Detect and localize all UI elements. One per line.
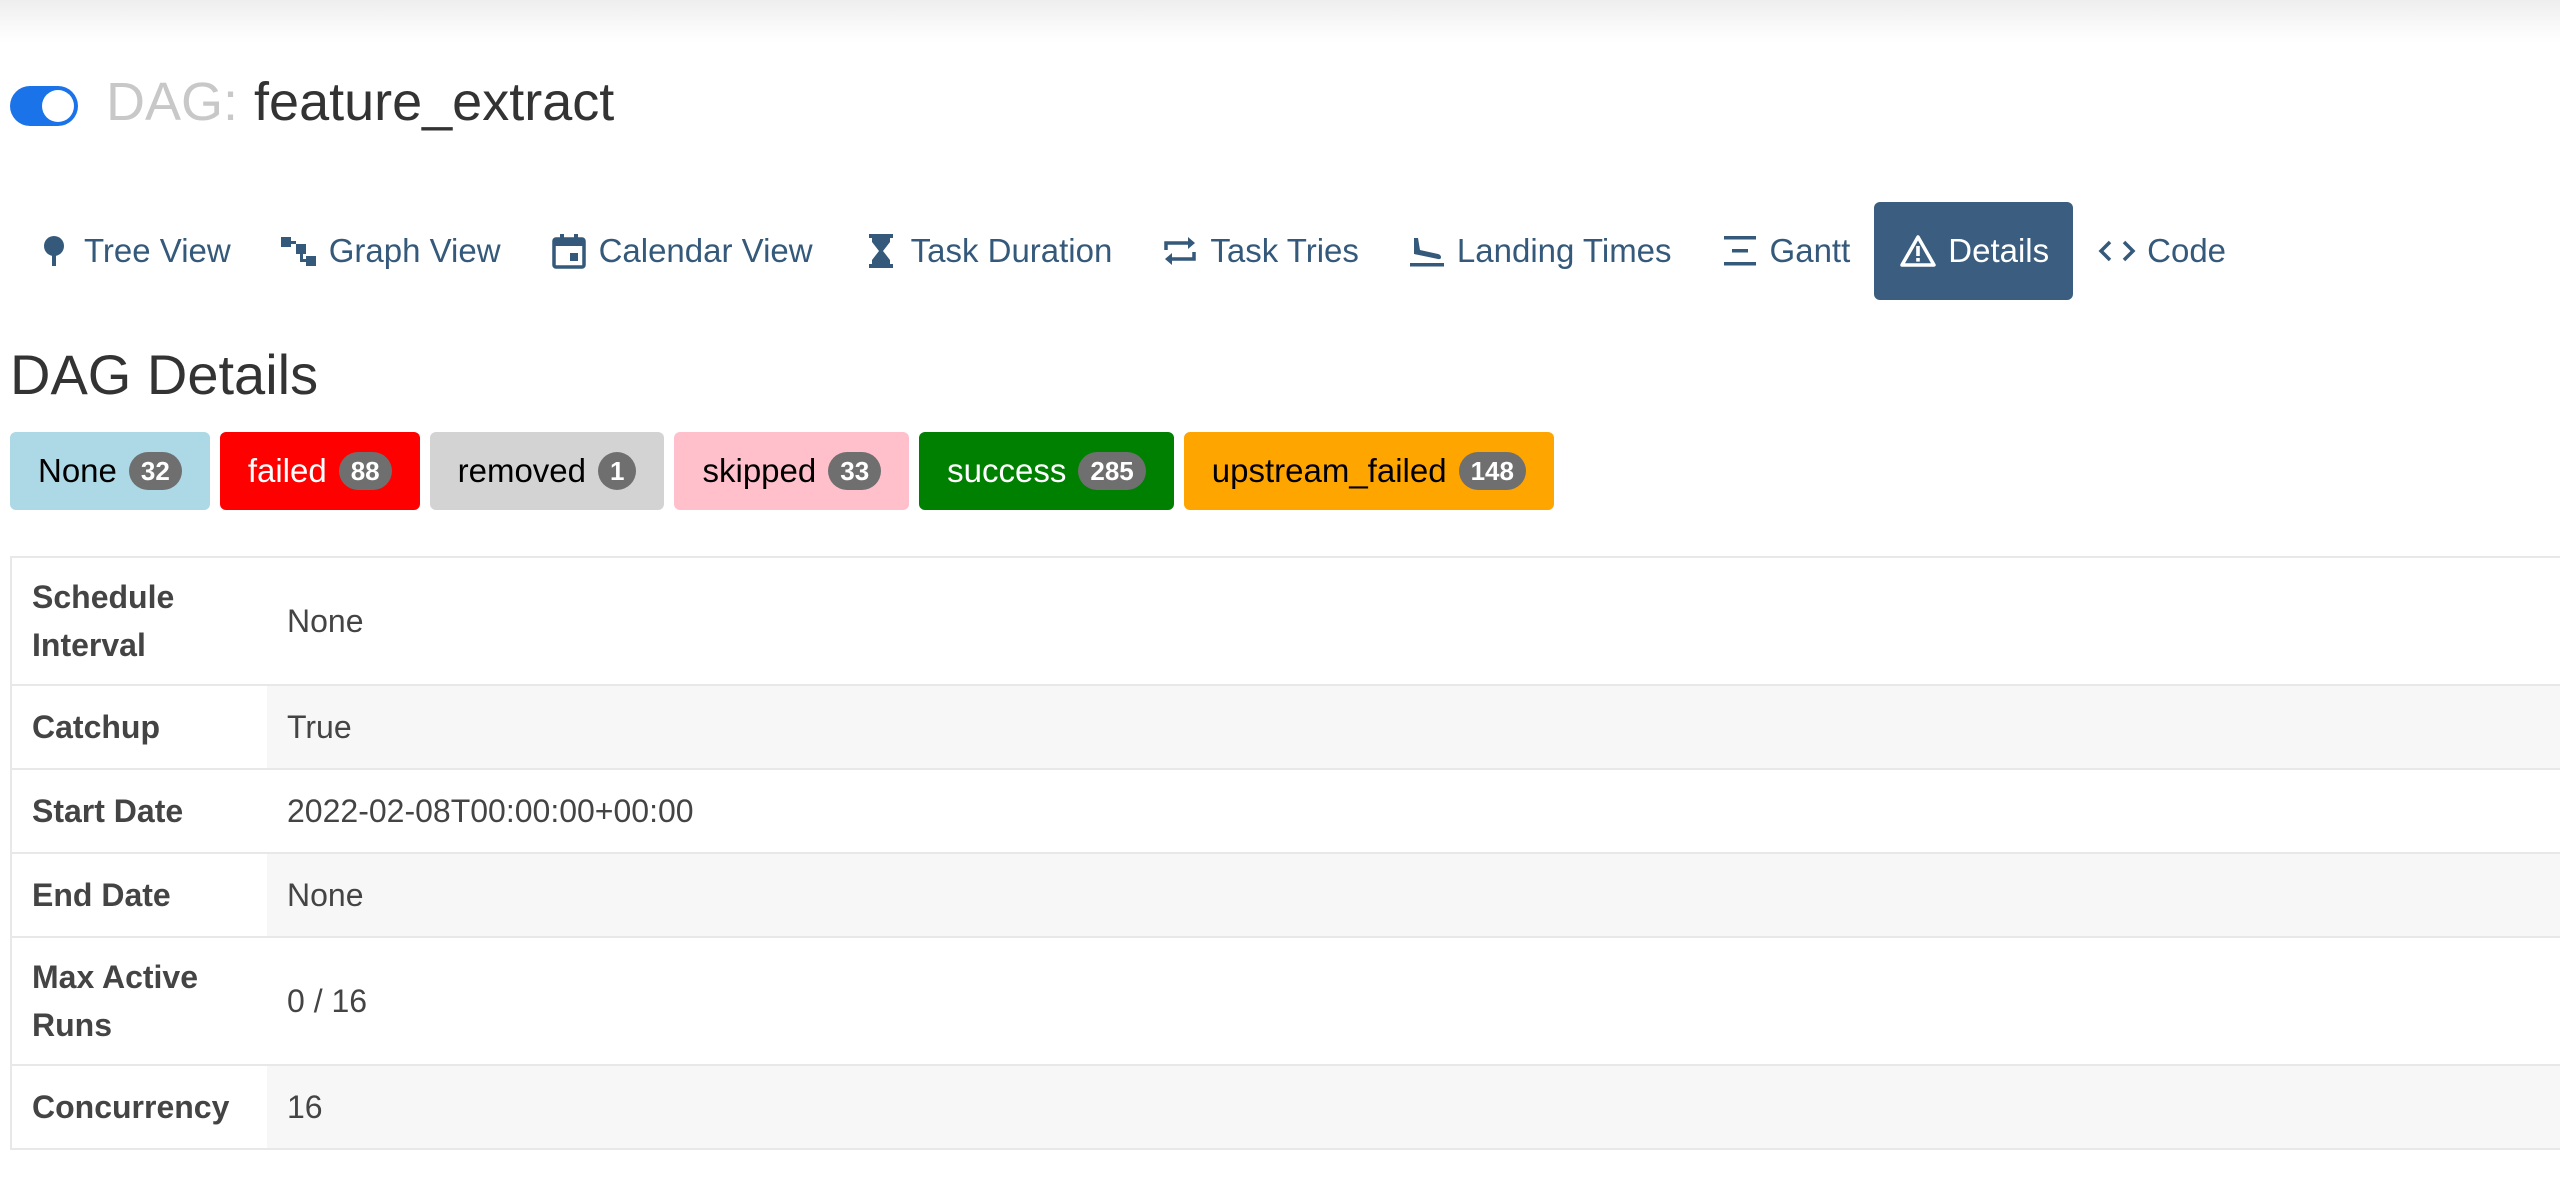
tab-label: Calendar View: [598, 232, 813, 269]
table-row: Start Date 2022-02-08T00:00:00+00:00: [11, 769, 2560, 854]
state-label: success: [947, 452, 1067, 489]
dag-pause-toggle[interactable]: [10, 86, 78, 126]
tab-label: Tree View: [84, 232, 231, 269]
tab-gantt[interactable]: Gantt: [1696, 202, 1875, 300]
detail-key: Schedule Interval: [11, 557, 267, 686]
calendar-icon: [549, 231, 589, 271]
dag-label-prefix: DAG:: [106, 72, 239, 132]
tab-code[interactable]: Code: [2073, 202, 2250, 300]
state-label: removed: [457, 452, 587, 489]
repeat-icon: [1160, 231, 1200, 271]
tab-label: Code: [2147, 232, 2227, 269]
state-badge-removed[interactable]: removed 1: [429, 432, 665, 510]
detail-value: 0 / 16: [267, 937, 2560, 1066]
detail-key: Max Active Runs: [11, 937, 267, 1066]
tree-icon: [34, 231, 74, 271]
state-label: upstream_failed: [1211, 452, 1447, 489]
tab-label: Gantt: [1769, 232, 1851, 269]
task-state-summary: None 32 failed 88 removed 1 skipped 33 s…: [10, 432, 1554, 510]
code-icon: [2097, 231, 2137, 271]
tab-details[interactable]: Details: [1874, 202, 2074, 300]
state-label: failed: [247, 452, 327, 489]
detail-value: 2022-02-08T00:00:00+00:00: [267, 769, 2560, 854]
state-label: None: [38, 452, 117, 489]
warning-icon: [1898, 231, 1938, 271]
gantt-icon: [1720, 231, 1760, 271]
state-count: 88: [338, 452, 392, 490]
table-row: Schedule Interval None: [11, 557, 2560, 686]
detail-value: True: [267, 685, 2560, 770]
tab-label: Graph View: [328, 232, 501, 269]
top-navbar: [0, 0, 2560, 44]
tab-label: Task Tries: [1210, 232, 1359, 269]
dag-details-table: Schedule Interval None Catchup True Star…: [10, 556, 2560, 1150]
table-row: Max Active Runs 0 / 16: [11, 937, 2560, 1066]
dag-id: feature_extract: [254, 72, 615, 132]
table-row: Concurrency 16: [11, 1065, 2560, 1150]
detail-value: None: [267, 557, 2560, 686]
page-title: DAG Details: [10, 343, 319, 406]
state-badge-success[interactable]: success 285: [919, 432, 1174, 510]
state-count: 32: [128, 452, 182, 490]
tab-task-duration[interactable]: Task Duration: [837, 202, 1137, 300]
tab-tree-view[interactable]: Tree View: [10, 202, 255, 300]
graph-icon: [279, 231, 319, 271]
tab-label: Details: [1948, 232, 2050, 269]
detail-value: 16: [267, 1065, 2560, 1150]
detail-key: Catchup: [11, 685, 267, 770]
page-header: DAG: feature_extract: [10, 62, 614, 142]
state-badge-none[interactable]: None 32: [10, 432, 210, 510]
tab-graph-view[interactable]: Graph View: [255, 202, 525, 300]
detail-key: End Date: [11, 853, 267, 938]
dag-view-tabs: Tree View Graph View Calendar View Task …: [10, 202, 2250, 300]
state-badge-skipped[interactable]: skipped 33: [674, 432, 910, 510]
table-row: Catchup True: [11, 685, 2560, 770]
state-count: 1: [598, 452, 637, 490]
state-badge-failed[interactable]: failed 88: [219, 432, 420, 510]
plane-landing-icon: [1407, 231, 1447, 271]
tab-landing-times[interactable]: Landing Times: [1383, 202, 1696, 300]
toggle-knob: [42, 90, 74, 122]
detail-key: Start Date: [11, 769, 267, 854]
state-label: skipped: [702, 452, 817, 489]
hourglass-icon: [861, 231, 901, 271]
state-count: 148: [1458, 452, 1526, 490]
table-row: End Date None: [11, 853, 2560, 938]
detail-key: Concurrency: [11, 1065, 267, 1150]
tab-label: Landing Times: [1456, 232, 1672, 269]
tab-task-tries[interactable]: Task Tries: [1136, 202, 1383, 300]
detail-value: None: [267, 853, 2560, 938]
state-count: 33: [828, 452, 882, 490]
state-badge-upstream-failed[interactable]: upstream_failed 148: [1183, 432, 1554, 510]
tab-label: Task Duration: [910, 232, 1113, 269]
state-count: 285: [1078, 452, 1146, 490]
tab-calendar-view[interactable]: Calendar View: [525, 202, 837, 300]
